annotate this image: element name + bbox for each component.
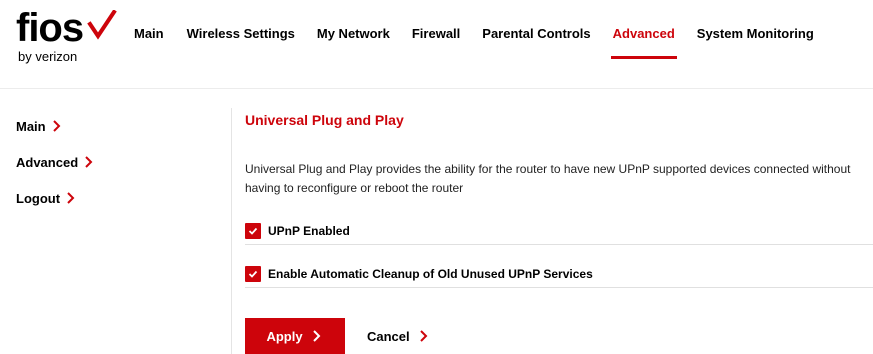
- top-nav: Main Wireless Settings My Network Firewa…: [134, 26, 814, 59]
- router-admin-page: fios by verizon Main Wireless Settings M…: [0, 0, 873, 354]
- fios-logo[interactable]: fios by verizon: [16, 4, 117, 74]
- nav-item-main[interactable]: Main: [134, 26, 164, 56]
- nav-item-my-network[interactable]: My Network: [317, 26, 390, 56]
- nav-item-firewall[interactable]: Firewall: [412, 26, 460, 56]
- page-title: Universal Plug and Play: [245, 112, 404, 128]
- nav-item-parental-controls[interactable]: Parental Controls: [482, 26, 590, 56]
- chevron-right-icon: [67, 192, 75, 204]
- checkmark-icon: [248, 227, 258, 235]
- sidebar-item-label: Main: [16, 118, 46, 134]
- cancel-button[interactable]: Cancel: [367, 318, 431, 354]
- content-divider: [231, 108, 232, 354]
- auto-cleanup-row: Enable Automatic Cleanup of Old Unused U…: [245, 260, 873, 288]
- upnp-enabled-label: UPnP Enabled: [268, 223, 350, 238]
- sidebar-item-advanced[interactable]: Advanced: [16, 150, 216, 174]
- chevron-right-icon: [419, 330, 428, 342]
- logo-subtext: by verizon: [18, 49, 78, 64]
- cancel-button-label: Cancel: [367, 328, 410, 344]
- auto-cleanup-label: Enable Automatic Cleanup of Old Unused U…: [268, 266, 593, 281]
- section-description: Universal Plug and Play provides the abi…: [245, 162, 851, 195]
- header-divider: [0, 88, 873, 89]
- sidebar-item-label: Advanced: [16, 154, 79, 170]
- chevron-right-icon: [312, 330, 320, 342]
- checkmark-icon: [248, 270, 258, 278]
- chevron-right-icon: [85, 156, 93, 168]
- nav-item-system-monitoring[interactable]: System Monitoring: [697, 26, 814, 56]
- upnp-enabled-row: UPnP Enabled: [245, 217, 873, 245]
- auto-cleanup-checkbox[interactable]: [245, 265, 261, 282]
- sidebar-item-label: Logout: [16, 190, 61, 206]
- sidebar: Main Advanced Logout: [16, 114, 216, 222]
- checkmark-logo-icon: [87, 10, 117, 40]
- nav-item-wireless-settings[interactable]: Wireless Settings: [187, 26, 295, 56]
- upnp-enabled-checkbox[interactable]: [245, 222, 261, 239]
- sidebar-item-logout[interactable]: Logout: [16, 186, 216, 210]
- header: fios by verizon Main Wireless Settings M…: [0, 0, 873, 89]
- apply-button-label: Apply: [266, 328, 303, 344]
- sidebar-item-main[interactable]: Main: [16, 114, 216, 138]
- nav-item-advanced[interactable]: Advanced: [610, 26, 677, 59]
- chevron-right-icon: [52, 120, 61, 132]
- apply-button[interactable]: Apply: [245, 318, 345, 354]
- logo-wordmark: fios: [16, 6, 84, 50]
